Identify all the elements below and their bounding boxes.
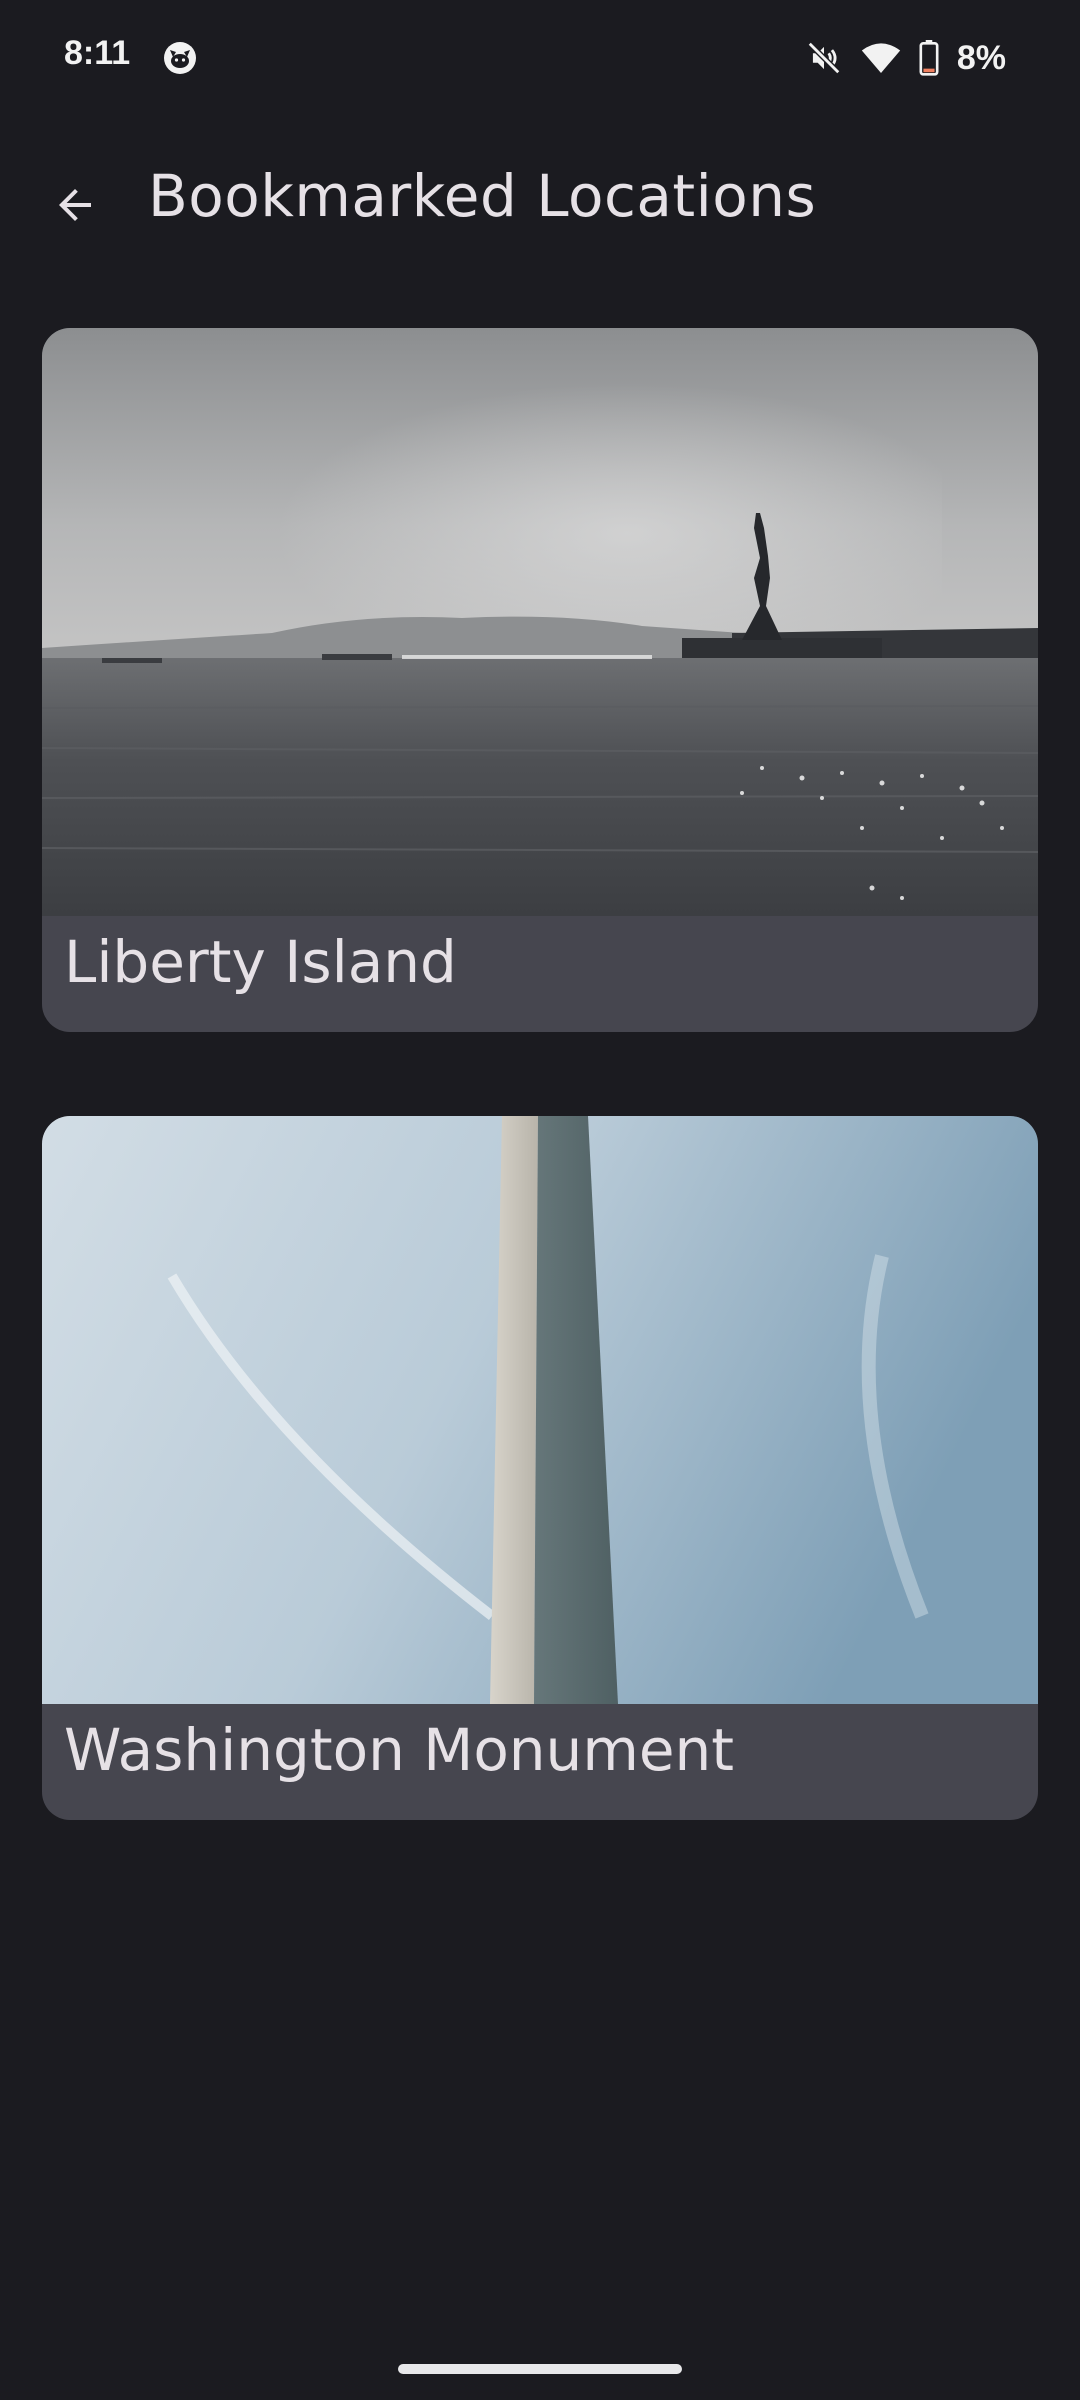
mute-icon — [805, 39, 843, 77]
back-button[interactable] — [40, 170, 110, 240]
home-indicator[interactable] — [398, 2364, 682, 2374]
location-name: Liberty Island — [64, 928, 457, 996]
battery-percent: 8% — [956, 38, 1006, 77]
status-time: 8:11 — [64, 34, 131, 72]
location-name: Washington Monument — [64, 1716, 735, 1784]
page-title: Bookmarked Locations — [148, 162, 817, 230]
wifi-icon — [861, 41, 901, 75]
battery-low-icon — [919, 40, 939, 76]
washington-monument-photo — [42, 1116, 1038, 1704]
arrow-back-icon — [59, 189, 91, 221]
app-bar: Bookmarked Locations — [0, 140, 1080, 260]
cat-face-icon — [162, 40, 198, 76]
liberty-island-photo — [42, 328, 1038, 916]
status-icons: 8% — [805, 36, 1006, 80]
location-card-washington-monument[interactable]: Washington Monument — [42, 1116, 1038, 1820]
status-bar: 8:11 8% — [0, 0, 1080, 118]
location-card-liberty-island[interactable]: Liberty Island — [42, 328, 1038, 1032]
